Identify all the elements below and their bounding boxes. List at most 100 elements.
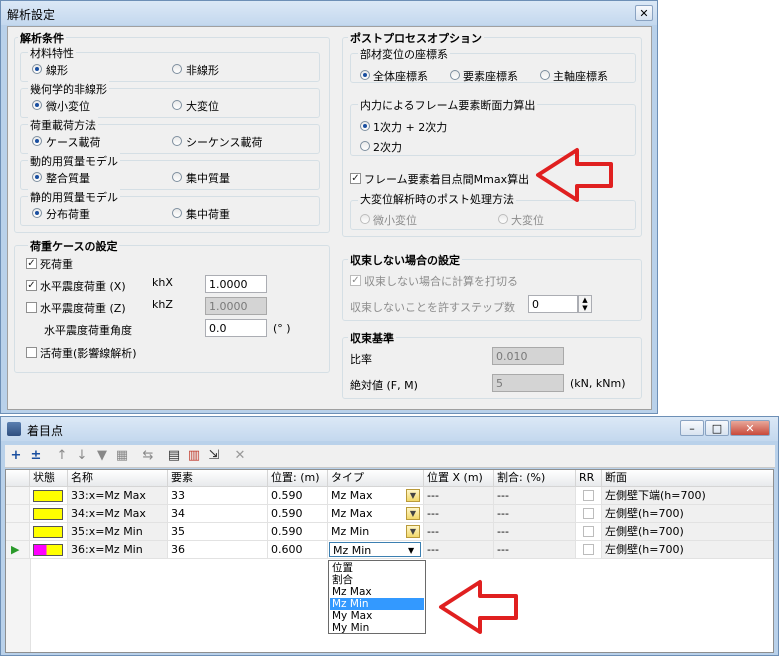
- status-cell[interactable]: [30, 505, 68, 523]
- type-cell[interactable]: Mz Max ▼: [328, 505, 424, 523]
- element-cell[interactable]: 34: [168, 505, 268, 523]
- col-header-element[interactable]: 要素: [168, 470, 268, 487]
- nonlinear-radio[interactable]: [172, 64, 182, 74]
- principal-coord-radio[interactable]: [540, 70, 550, 80]
- col-header-position-x[interactable]: 位置 X (m): [424, 470, 494, 487]
- position-cell[interactable]: 0.600: [268, 541, 328, 559]
- ratio-cell[interactable]: ---: [494, 523, 576, 541]
- chevron-down-icon[interactable]: ▼: [406, 489, 420, 502]
- position-cell[interactable]: 0.590: [268, 523, 328, 541]
- element-cell[interactable]: 35: [168, 523, 268, 541]
- distributed-load-radio[interactable]: [32, 208, 42, 218]
- ratio-cell[interactable]: ---: [494, 487, 576, 505]
- sort-icon[interactable]: ⇆: [139, 447, 157, 465]
- khx-input[interactable]: 1.0000: [205, 275, 267, 293]
- lumped-mass-radio[interactable]: [172, 172, 182, 182]
- ratio-cell[interactable]: ---: [494, 541, 576, 559]
- chevron-down-icon[interactable]: ▼: [408, 542, 414, 559]
- steps-spinner[interactable]: ▲ ▼: [578, 295, 592, 313]
- option-my-min[interactable]: My Min: [330, 622, 424, 634]
- second-order-radio[interactable]: [360, 141, 370, 151]
- insert-icon[interactable]: ±: [27, 447, 45, 465]
- allowed-steps-input[interactable]: 0: [528, 295, 578, 313]
- name-cell[interactable]: 34:x=Mz Max: [68, 505, 168, 523]
- rr-checkbox[interactable]: [583, 544, 594, 555]
- element-coord-radio[interactable]: [450, 70, 460, 80]
- col-header-position[interactable]: 位置: (m): [268, 470, 328, 487]
- rr-checkbox[interactable]: [583, 508, 594, 519]
- section-cell[interactable]: 左側壁下端(h=700): [602, 487, 773, 505]
- absolute-input[interactable]: 5: [492, 374, 564, 392]
- first-second-order-radio[interactable]: [360, 121, 370, 131]
- position-cell[interactable]: 0.590: [268, 487, 328, 505]
- move-down-icon[interactable]: ↓: [73, 447, 91, 465]
- col-header-rr[interactable]: RR: [576, 470, 602, 487]
- position-cell[interactable]: 0.590: [268, 505, 328, 523]
- col-header-name[interactable]: 名称: [68, 470, 168, 487]
- linear-radio[interactable]: [32, 64, 42, 74]
- large-displacement-radio[interactable]: [172, 100, 182, 110]
- element-cell[interactable]: 36: [168, 541, 268, 559]
- option-my-max[interactable]: My Max: [330, 610, 424, 622]
- horizontal-x-checkbox[interactable]: ✓: [26, 280, 37, 291]
- window-close-button[interactable]: ✕: [730, 420, 770, 436]
- move-up-icon[interactable]: ↑: [53, 447, 71, 465]
- export-icon[interactable]: ⇲: [205, 447, 223, 465]
- col-header-type[interactable]: タイプ: [328, 470, 424, 487]
- name-cell[interactable]: 35:x=Mz Min: [68, 523, 168, 541]
- row-selector[interactable]: [6, 523, 30, 541]
- type-cell[interactable]: Mz Min ▼: [328, 523, 424, 541]
- element-cell[interactable]: 33: [168, 487, 268, 505]
- rr-cell[interactable]: [576, 523, 602, 541]
- minimize-button[interactable]: –: [680, 420, 704, 436]
- sequence-loading-radio[interactable]: [172, 136, 182, 146]
- option-ratio[interactable]: 割合: [330, 574, 424, 586]
- seismic-angle-input[interactable]: 0.0: [205, 319, 267, 337]
- ratio-input[interactable]: 0.010: [492, 347, 564, 365]
- status-cell[interactable]: [30, 541, 68, 559]
- chevron-down-icon[interactable]: ▼: [406, 507, 420, 520]
- row-selector[interactable]: [6, 487, 30, 505]
- status-cell[interactable]: [30, 523, 68, 541]
- position-x-cell[interactable]: ---: [424, 523, 494, 541]
- rr-checkbox[interactable]: [583, 526, 594, 537]
- filter-icon[interactable]: ▼: [93, 447, 111, 465]
- post-large-disp-radio[interactable]: [498, 214, 508, 224]
- rr-cell[interactable]: [576, 505, 602, 523]
- maximize-button[interactable]: □: [705, 420, 729, 436]
- post-small-disp-radio[interactable]: [360, 214, 370, 224]
- position-x-cell[interactable]: ---: [424, 487, 494, 505]
- live-load-checkbox[interactable]: [26, 347, 37, 358]
- option-mz-min[interactable]: Mz Min: [330, 598, 424, 610]
- position-x-cell[interactable]: ---: [424, 505, 494, 523]
- delete-icon[interactable]: ✕: [231, 447, 249, 465]
- case-loading-radio[interactable]: [32, 136, 42, 146]
- col-header-section[interactable]: 断面: [602, 470, 773, 487]
- row-selector[interactable]: [6, 505, 30, 523]
- position-x-cell[interactable]: ---: [424, 541, 494, 559]
- concentrated-load-radio[interactable]: [172, 208, 182, 218]
- paste-icon[interactable]: ▥: [185, 447, 203, 465]
- consistent-mass-radio[interactable]: [32, 172, 42, 182]
- section-cell[interactable]: 左側壁(h=700): [602, 505, 773, 523]
- type-cell[interactable]: Mz Max ▼: [328, 487, 424, 505]
- section-cell[interactable]: 左側壁(h=700): [602, 541, 773, 559]
- option-position[interactable]: 位置: [330, 562, 424, 574]
- horizontal-z-checkbox[interactable]: [26, 302, 37, 313]
- grid-icon[interactable]: ▦: [113, 447, 131, 465]
- dialog-close-button[interactable]: ✕: [635, 5, 653, 21]
- small-displacement-radio[interactable]: [32, 100, 42, 110]
- col-header-status[interactable]: 状態: [30, 470, 68, 487]
- stop-calc-checkbox[interactable]: ✓: [350, 275, 361, 286]
- name-cell[interactable]: 33:x=Mz Max: [68, 487, 168, 505]
- type-cell-editing[interactable]: Mz Min ▼: [328, 541, 424, 559]
- option-mz-max[interactable]: Mz Max: [330, 586, 424, 598]
- section-cell[interactable]: 左側壁(h=700): [602, 523, 773, 541]
- row-selector-active[interactable]: ▶: [6, 541, 30, 559]
- copy-icon[interactable]: ▤: [165, 447, 183, 465]
- name-cell[interactable]: 36:x=Mz Min: [68, 541, 168, 559]
- status-cell[interactable]: [30, 487, 68, 505]
- rr-cell[interactable]: [576, 541, 602, 559]
- type-combobox[interactable]: Mz Min ▼: [329, 542, 421, 557]
- khz-input[interactable]: 1.0000: [205, 297, 267, 315]
